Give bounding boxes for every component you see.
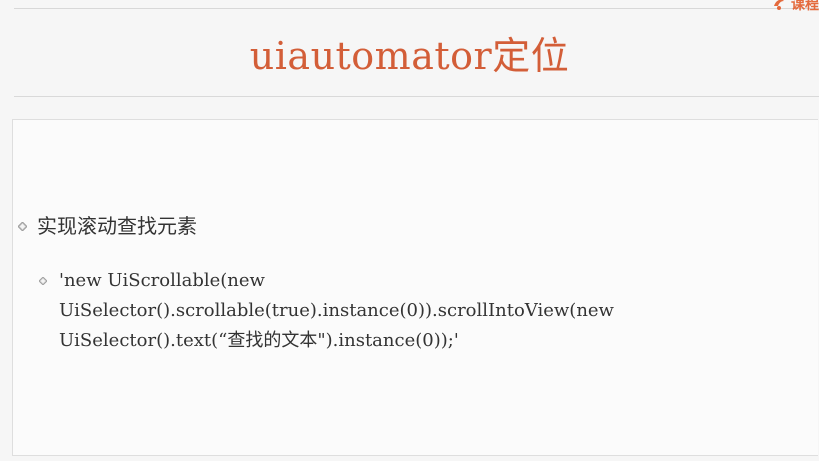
page-title: uiautomator定位 [249,34,570,78]
code-line-2: UiSelector().scrollable(true).instance(0… [59,300,614,321]
bullet-text: 实现滚动查找元素 [37,214,197,238]
small-diamond-bullet-icon [39,277,47,285]
brand-text: 课程 [791,0,819,13]
sub-bullet-item: 'new UiScrollable(new UiSelector().scrol… [39,270,614,356]
code-line-1: 'new UiScrollable(new [59,270,265,291]
brand-logo-icon [774,0,784,10]
diamond-bullet-icon [18,221,27,231]
top-divider [14,8,819,9]
title-area: uiautomator定位 [0,30,819,82]
title-divider [14,96,819,97]
code-line-3: UiSelector().text(“查找的文本").instance(0));… [59,330,459,351]
brand-watermark: 课程 [771,0,819,14]
code-lines: 'new UiScrollable(new UiSelector().scrol… [59,266,614,356]
bullet-item: 实现滚动查找元素 [18,214,197,238]
